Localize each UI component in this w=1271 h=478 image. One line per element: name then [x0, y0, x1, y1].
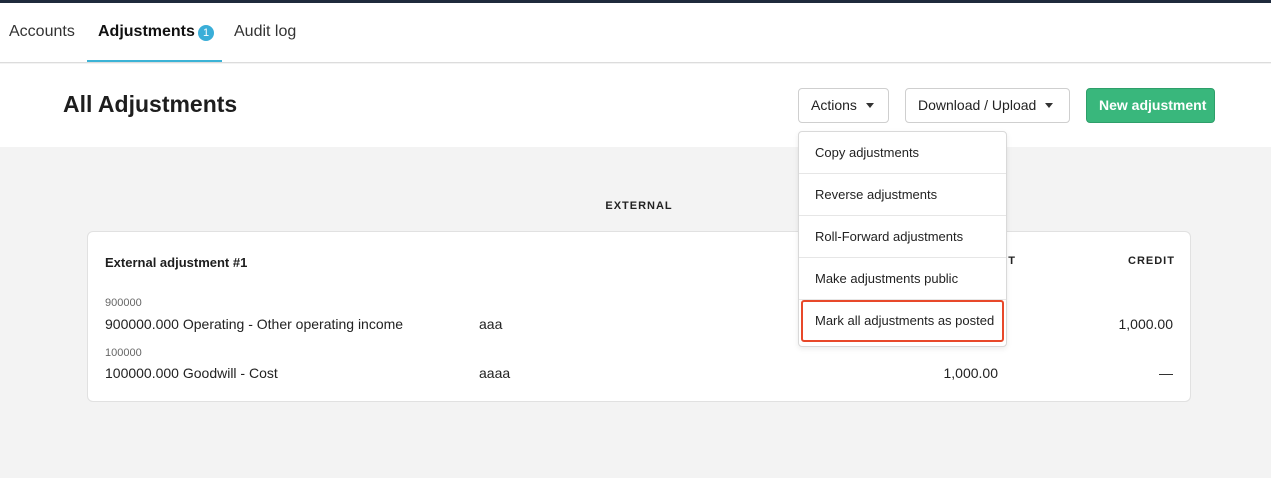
tab-bar: Accounts Adjustments 1 Audit log — [0, 3, 1271, 63]
row-memo: aaa — [479, 316, 503, 332]
chevron-down-icon — [865, 102, 874, 108]
row-memo: aaaa — [479, 365, 511, 381]
adjustments-count-badge: 1 — [198, 25, 214, 41]
page-header: All Adjustments Actions Download / Uploa… — [0, 64, 1271, 147]
tab-audit-log[interactable]: Audit log — [234, 3, 296, 62]
row-debit: 1,000.00 — [943, 365, 999, 381]
active-tab-indicator — [87, 60, 222, 62]
download-upload-button[interactable]: Download / Upload — [905, 88, 1070, 123]
adjustment-card: External adjustment #1 DEBIT CREDIT 9000… — [87, 231, 1191, 402]
credit-column-header: CREDIT — [1128, 255, 1175, 267]
page-title: All Adjustments — [63, 91, 238, 117]
account-code: 100000 — [105, 347, 142, 359]
download-upload-button-label: Download / Upload — [918, 97, 1037, 113]
menu-item-make-adjustments-public[interactable]: Make adjustments public — [799, 258, 1006, 300]
chevron-down-icon — [1045, 102, 1054, 108]
menu-item-mark-all-posted[interactable]: Mark all adjustments as posted — [799, 300, 1006, 342]
tab-accounts[interactable]: Accounts — [9, 3, 75, 62]
actions-button-label: Actions — [811, 97, 857, 113]
new-adjustment-button[interactable]: New adjustment — [1086, 88, 1215, 123]
account-name: 100000.000 Goodwill - Cost — [105, 365, 278, 381]
adjustment-title: External adjustment #1 — [105, 255, 248, 270]
section-label-external: EXTERNAL — [605, 200, 673, 212]
menu-item-roll-forward-adjustments[interactable]: Roll-Forward adjustments — [799, 216, 1006, 258]
tab-adjustments[interactable]: Adjustments — [98, 3, 195, 62]
account-code: 900000 — [105, 297, 142, 309]
menu-item-copy-adjustments[interactable]: Copy adjustments — [799, 132, 1006, 174]
menu-item-reverse-adjustments[interactable]: Reverse adjustments — [799, 174, 1006, 216]
row-credit: 1,000.00 — [1118, 316, 1174, 332]
row-credit: — — [1159, 365, 1173, 381]
account-name: 900000.000 Operating - Other operating i… — [105, 316, 404, 332]
actions-dropdown-menu: Copy adjustments Reverse adjustments Rol… — [798, 131, 1007, 347]
actions-button[interactable]: Actions — [798, 88, 889, 123]
